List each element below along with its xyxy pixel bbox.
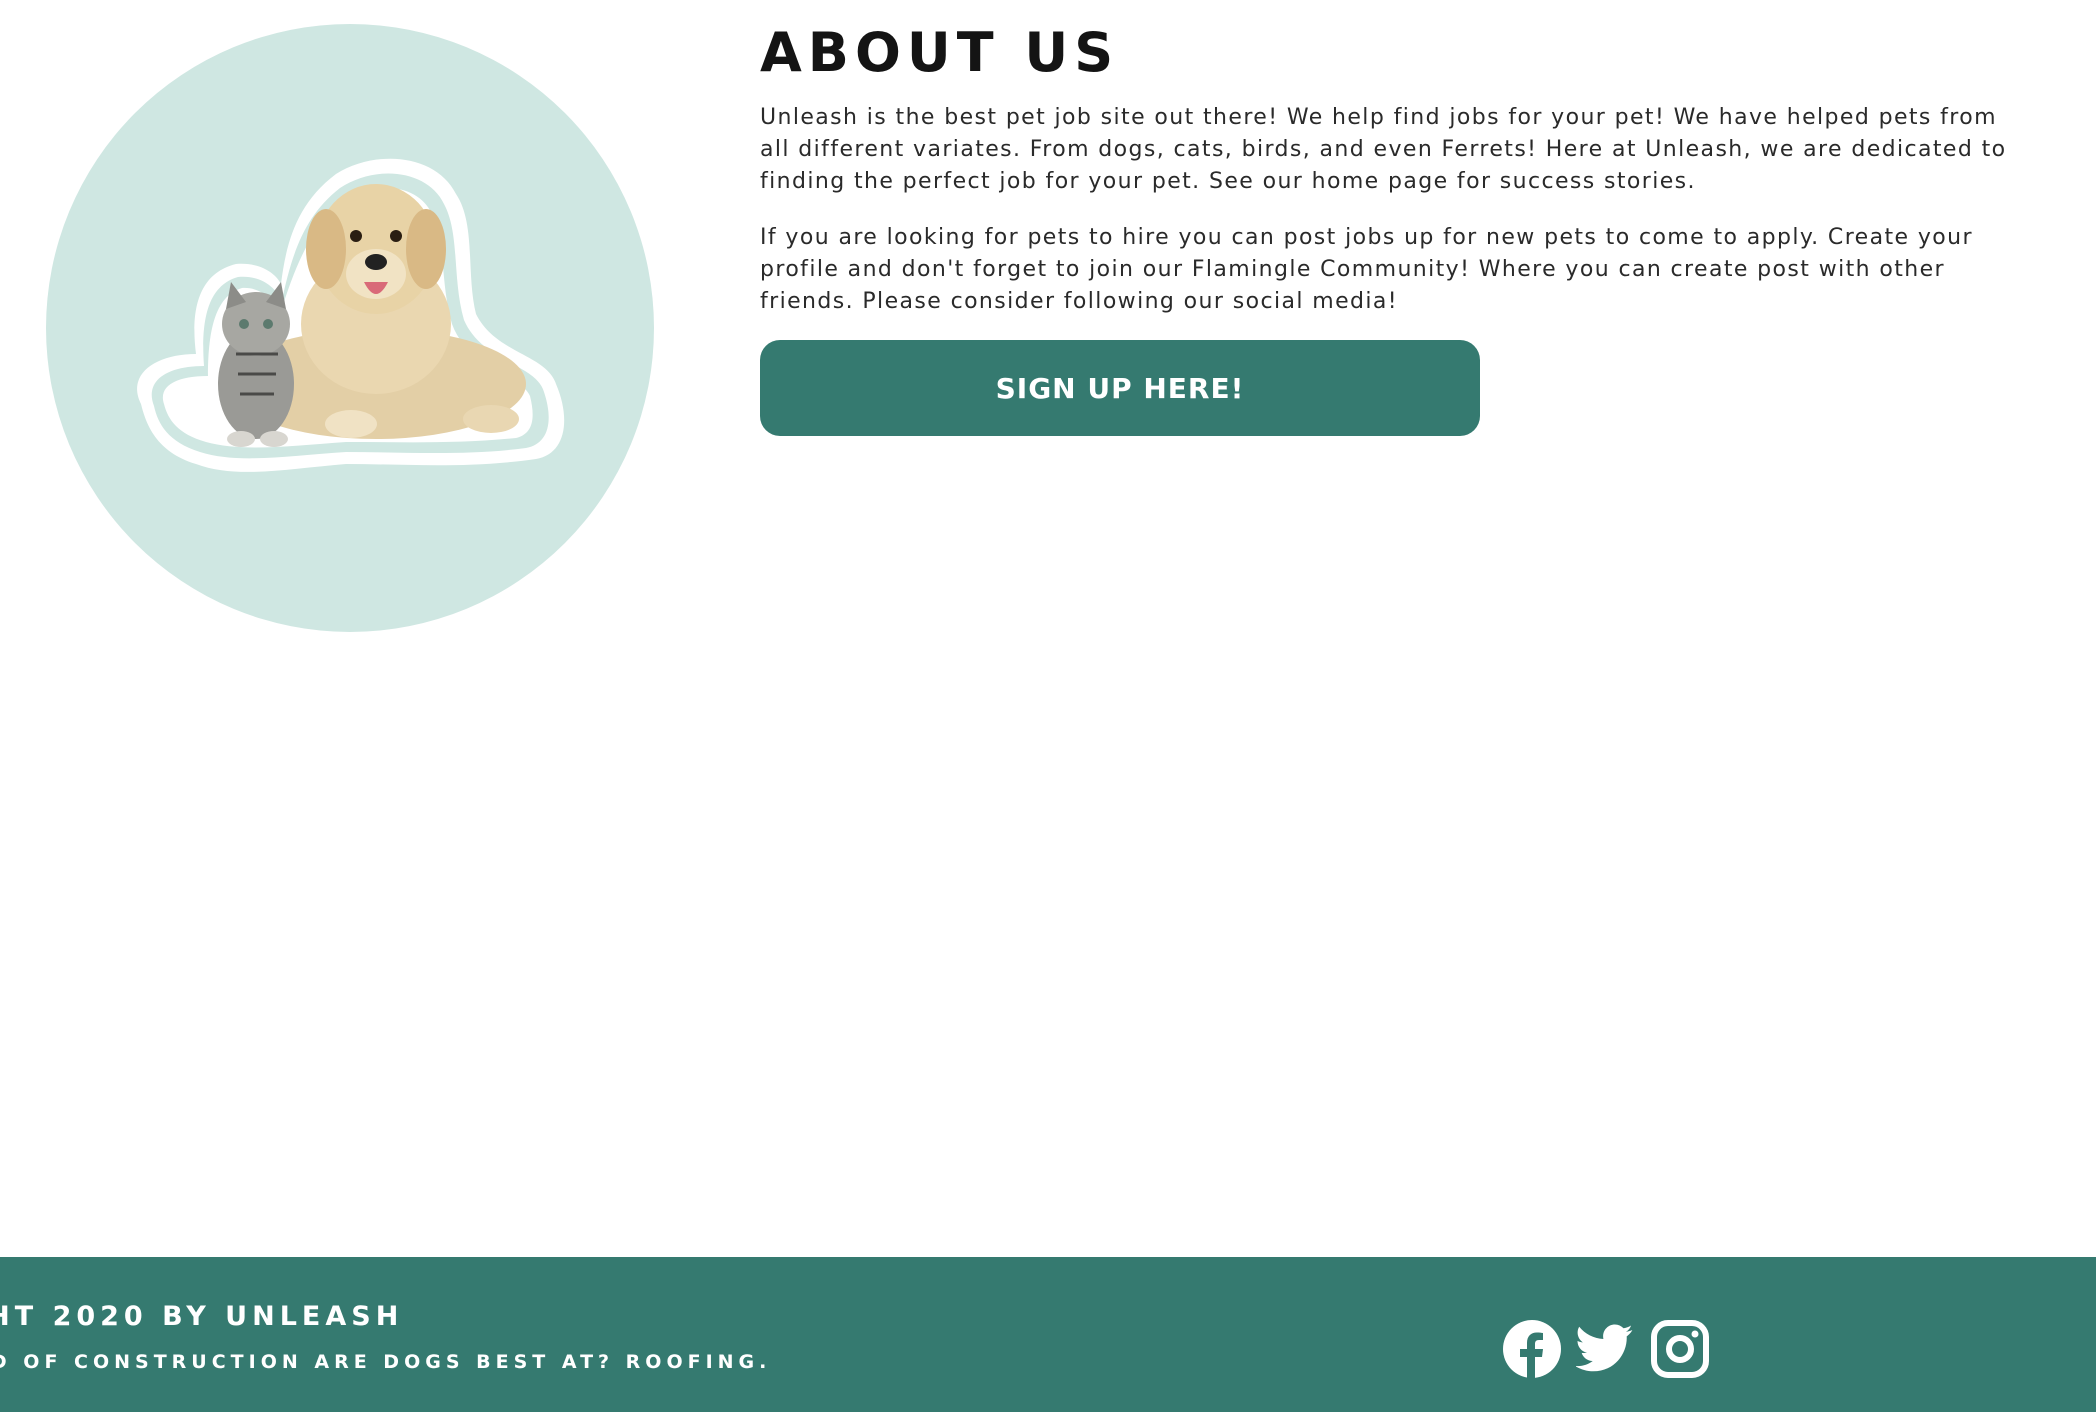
social-links xyxy=(1502,1319,1710,1379)
sign-up-button[interactable]: SIGN UP HERE! xyxy=(760,340,1480,436)
facebook-icon[interactable] xyxy=(1502,1319,1562,1379)
about-section: ABOUT US Unleash is the best pet job sit… xyxy=(760,18,2020,318)
about-paragraph-2: If you are looking for pets to hire you … xyxy=(760,225,1973,314)
footer: GHT 2020 BY UNLEASH ND OF CONSTRUCTION A… xyxy=(0,1257,2096,1412)
twitter-icon[interactable] xyxy=(1576,1319,1636,1379)
page-title: ABOUT US xyxy=(760,21,1120,84)
hero-image xyxy=(46,24,654,632)
footer-tagline: ND OF CONSTRUCTION ARE DOGS BEST AT? ROO… xyxy=(0,1351,772,1373)
footer-copyright: GHT 2020 BY UNLEASH xyxy=(0,1301,404,1332)
about-paragraph-1: Unleash is the best pet job site out the… xyxy=(760,105,2007,194)
dog-and-kitten-illustration xyxy=(137,158,565,472)
instagram-icon[interactable] xyxy=(1650,1319,1710,1379)
